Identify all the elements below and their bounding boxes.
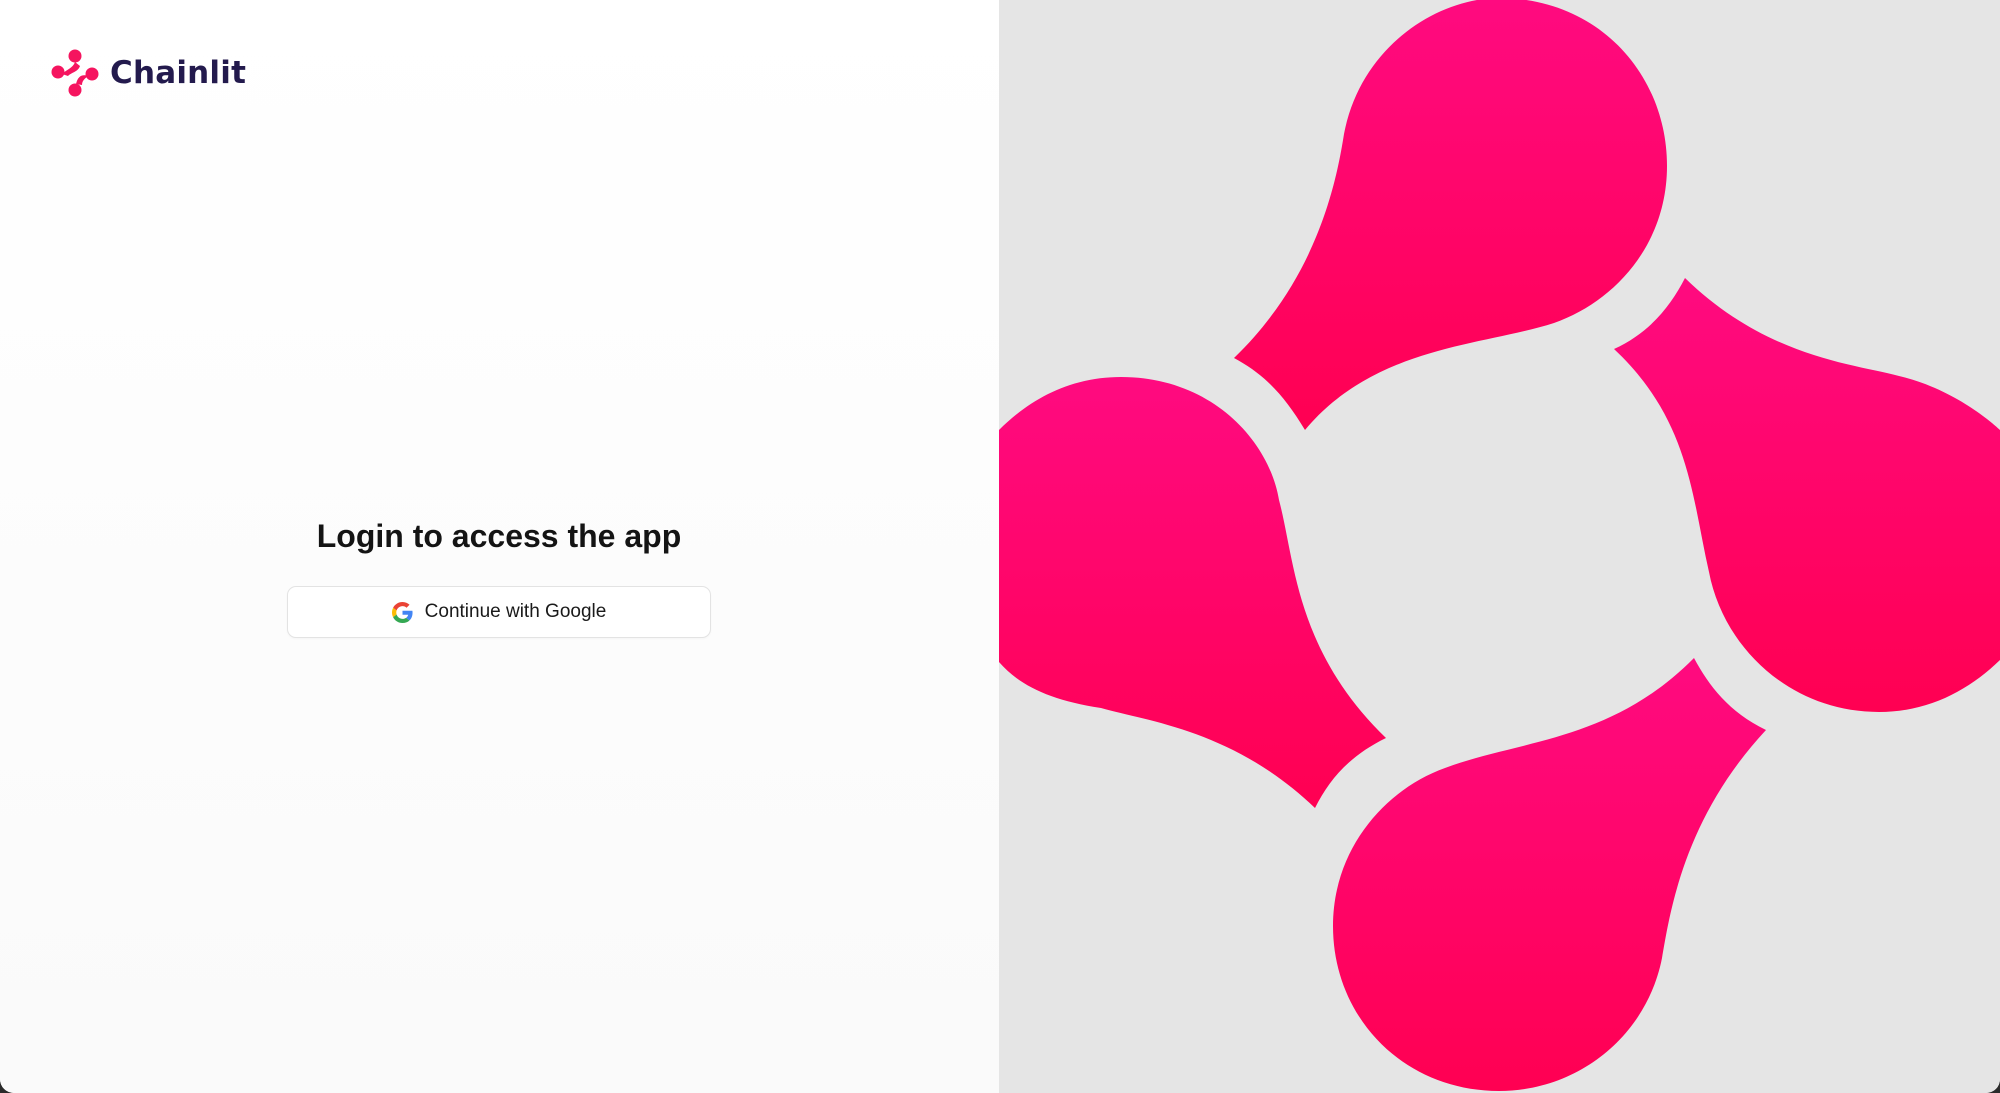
login-form: Login to access the app Continue with Go…: [287, 512, 711, 638]
brand-name: Chainlit: [110, 55, 247, 91]
login-title: Login to access the app: [316, 518, 682, 554]
login-page: Chainlit Login to access the app Continu…: [0, 0, 2000, 1093]
google-g-icon: [391, 601, 413, 623]
continue-with-google-button[interactable]: Continue with Google: [287, 586, 711, 638]
chainlit-logo-icon: [51, 49, 99, 97]
google-button-label: Continue with Google: [424, 601, 607, 622]
chainlit-logo-icon: [999, 0, 2000, 1091]
hero-panel: [999, 0, 2000, 1093]
brand-header: Chainlit: [50, 48, 246, 98]
login-panel: Chainlit Login to access the app Continu…: [0, 0, 999, 1093]
